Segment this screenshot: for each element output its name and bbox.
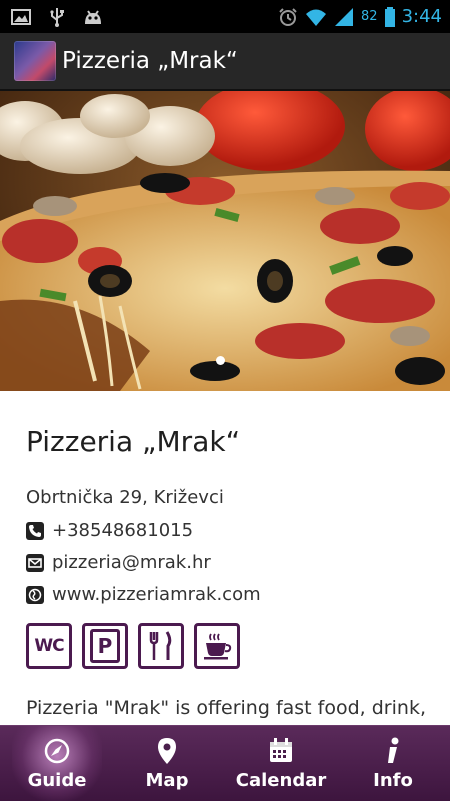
image-notification-icon [11, 8, 31, 25]
alarm-icon [279, 7, 297, 26]
wc-label: WC [34, 636, 64, 656]
battery-icon [384, 6, 395, 27]
tab-calendar[interactable]: Calendar [236, 726, 326, 801]
action-bar-title: Pizzeria „Mrak“ [62, 48, 238, 74]
amenities-row: WC P [26, 623, 240, 669]
place-description: Pizzeria "Mrak" is offering fast food, d… [26, 697, 426, 719]
info-icon [388, 737, 399, 763]
battery-percentage: 82 [361, 9, 378, 24]
map-pin-icon [158, 738, 176, 764]
usb-icon [50, 7, 64, 27]
tab-guide-label: Guide [27, 770, 87, 791]
app-logo[interactable] [14, 41, 56, 81]
fork-knife-icon [149, 631, 172, 660]
coffee-icon [194, 623, 240, 669]
restaurant-icon [138, 623, 184, 669]
tab-info[interactable]: Info [348, 726, 438, 801]
parking-icon: P [82, 623, 128, 669]
compass-icon [44, 738, 70, 764]
tab-info-label: Info [373, 770, 413, 791]
place-address: Obrtnička 29, Križevci [26, 487, 224, 508]
tab-calendar-label: Calendar [235, 770, 327, 791]
phone-row[interactable]: +38548681015 [26, 520, 193, 541]
calendar-icon [270, 738, 292, 762]
hero-image[interactable] [0, 91, 450, 391]
wc-icon: WC [26, 623, 72, 669]
tab-map[interactable]: Map [122, 726, 212, 801]
wifi-icon [306, 9, 327, 26]
phone-number[interactable]: +38548681015 [52, 520, 193, 541]
parking-label: P [90, 629, 120, 663]
pizza-photo [0, 91, 450, 391]
globe-icon [26, 585, 44, 604]
signal-icon [335, 7, 354, 26]
status-clock: 3:44 [401, 6, 442, 27]
status-bar-right: 82 3:44 [277, 0, 442, 33]
email-row[interactable]: pizzeria@mrak.hr [26, 552, 211, 573]
website-row[interactable]: www.pizzeriamrak.com [26, 584, 261, 605]
coffee-cup-icon [204, 633, 232, 660]
place-details: Pizzeria „Mrak“ Obrtnička 29, Križevci +… [26, 425, 436, 719]
email-icon [26, 553, 44, 572]
status-bar-left [10, 0, 104, 33]
tab-map-label: Map [145, 770, 189, 791]
place-name: Pizzeria „Mrak“ [26, 425, 241, 458]
email-address[interactable]: pizzeria@mrak.hr [52, 552, 211, 573]
status-bar: 82 3:44 [0, 0, 450, 33]
phone-icon [26, 521, 44, 540]
bottom-tab-bar: Guide Map Calendar Info [0, 725, 450, 801]
page-indicator-dot [216, 356, 225, 365]
android-debug-icon [85, 9, 101, 24]
website-link[interactable]: www.pizzeriamrak.com [52, 584, 261, 605]
action-bar: Pizzeria „Mrak“ [0, 33, 450, 91]
tab-guide[interactable]: Guide [12, 726, 102, 801]
